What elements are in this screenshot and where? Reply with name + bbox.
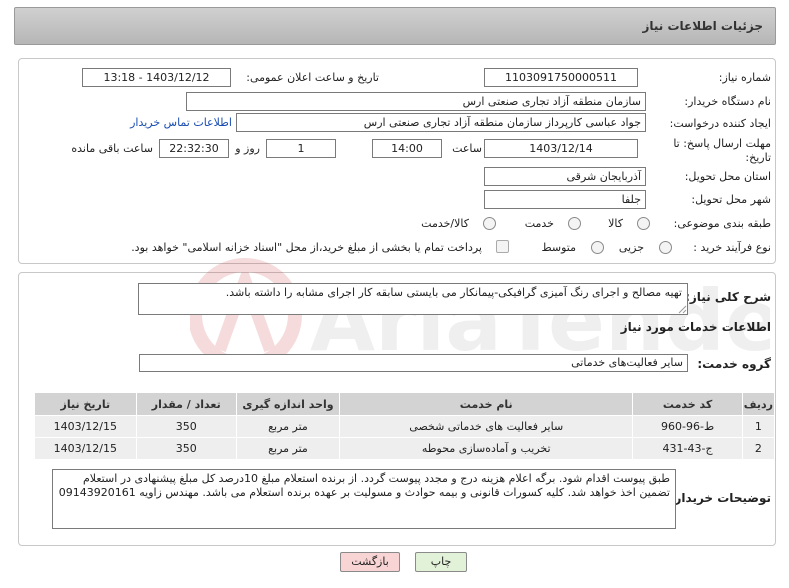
treasury-payment-note: پرداخت تمام یا بخشی از مبلغ خرید،از محل … xyxy=(131,241,482,254)
process-radio-medium[interactable] xyxy=(591,241,604,254)
category-option-goods-service: کالا/خدمت xyxy=(421,217,469,230)
print-button[interactable]: چاپ xyxy=(415,552,467,572)
col-code-header: کد خدمت xyxy=(632,392,743,416)
page-title: جزئیات اطلاعات نیاز xyxy=(642,19,763,33)
service-group-label: گروه خدمت: xyxy=(697,357,771,371)
need-date-cell: 1403/12/15 xyxy=(34,415,137,438)
col-date-header: تاریخ نیاز xyxy=(34,392,137,416)
deadline-date-field: 1403/12/14 xyxy=(484,139,638,158)
deadline-time-label: ساعت xyxy=(452,142,482,155)
col-row-header: ردیف xyxy=(741,392,776,416)
need-date-cell: 1403/12/15 xyxy=(34,437,137,460)
category-option-service: خدمت xyxy=(524,217,554,230)
buyer-contact-link[interactable]: اطلاعات تماس خریدار xyxy=(130,116,232,129)
back-button[interactable]: بازگشت xyxy=(340,552,400,572)
unit-cell: متر مربع xyxy=(235,437,341,460)
buyer-org-label: نام دستگاه خریدار: xyxy=(684,95,771,108)
table-row: 2 ج-43-431 تخریب و آماده‌سازی محوطه متر … xyxy=(34,437,776,460)
buyer-notes-label: توضیحات خریدار: xyxy=(669,491,771,505)
remaining-time-label: ساعت باقی مانده xyxy=(71,142,153,155)
need-number-field: 1103091750000511 xyxy=(484,68,638,87)
city-label: شهر محل تحویل: xyxy=(691,193,771,206)
announce-datetime-label: تاریخ و ساعت اعلان عمومی: xyxy=(246,71,379,84)
need-summary-text: تهیه مصالح و اجرای رنگ آمیزی گرافیکی-پیم… xyxy=(225,286,682,299)
need-info-panel xyxy=(18,58,776,264)
table-header-row: ردیف کد خدمت نام خدمت واحد اندازه گیری ت… xyxy=(34,392,776,416)
col-name-header: نام خدمت xyxy=(339,392,634,416)
col-unit-header: واحد اندازه گیری xyxy=(235,392,341,416)
creator-label: ایجاد کننده درخواست: xyxy=(669,117,771,130)
category-radio-goods-service[interactable] xyxy=(483,217,496,230)
remaining-days-label: روز و xyxy=(235,142,260,155)
process-radio-minor[interactable] xyxy=(659,241,672,254)
service-group-field: سایر فعالیت‌های خدماتی xyxy=(139,354,688,372)
city-field: جلفا xyxy=(484,190,646,209)
category-label: طبقه بندی موضوعی: xyxy=(673,217,771,230)
process-option-medium: متوسط xyxy=(541,241,576,254)
process-option-minor: جزیی xyxy=(618,241,644,254)
service-code-cell: ج-43-431 xyxy=(632,437,743,460)
category-radio-goods[interactable] xyxy=(637,217,650,230)
services-table: ردیف کد خدمت نام خدمت واحد اندازه گیری ت… xyxy=(34,392,776,460)
creator-field: جواد عباسی کارپرداز سازمان منطقه آزاد تج… xyxy=(236,113,646,132)
province-field: آذربایجان شرقی xyxy=(484,167,646,186)
services-section-title: اطلاعات خدمات مورد نیاز xyxy=(620,320,771,334)
remaining-days-field: 1 xyxy=(266,139,336,158)
row-number-cell: 2 xyxy=(741,437,776,460)
buyer-notes-text: طبق پیوست اقدام شود. برگه اعلام هزینه در… xyxy=(58,472,670,499)
category-radio-service[interactable] xyxy=(568,217,581,230)
process-type-label: نوع فرآیند خرید : xyxy=(693,241,771,254)
need-summary-label: شرح کلی نیاز: xyxy=(685,290,771,304)
category-option-goods: کالا xyxy=(608,217,623,230)
quantity-cell: 350 xyxy=(135,415,237,438)
deadline-time-field: 14:00 xyxy=(372,139,442,158)
buyer-org-field: سازمان منطقه آزاد تجاری صنعتی ارس xyxy=(186,92,646,111)
table-row: 1 ط-96-960 سایر فعالیت های خدماتی شخصی م… xyxy=(34,415,776,438)
service-name-cell: تخریب و آماده‌سازی محوطه xyxy=(339,437,634,460)
page-header: جزئیات اطلاعات نیاز xyxy=(14,7,776,45)
need-summary-field: تهیه مصالح و اجرای رنگ آمیزی گرافیکی-پیم… xyxy=(138,283,688,315)
quantity-cell: 350 xyxy=(135,437,237,460)
province-label: استان محل تحویل: xyxy=(684,170,771,183)
col-qty-header: تعداد / مقدار xyxy=(135,392,237,416)
announce-datetime-field: 1403/12/12 - 13:18 xyxy=(82,68,231,87)
row-number-cell: 1 xyxy=(741,415,776,438)
service-code-cell: ط-96-960 xyxy=(632,415,743,438)
unit-cell: متر مربع xyxy=(235,415,341,438)
resize-grip-icon[interactable] xyxy=(677,304,687,314)
remaining-time-field: 22:32:30 xyxy=(159,139,229,158)
treasury-payment-checkbox[interactable] xyxy=(496,240,509,253)
deadline-label: مهلت ارسال پاسخ: تا تاریخ: xyxy=(673,137,771,164)
service-name-cell: سایر فعالیت های خدماتی شخصی xyxy=(339,415,634,438)
buyer-notes-field: طبق پیوست اقدام شود. برگه اعلام هزینه در… xyxy=(52,469,676,529)
need-number-label: شماره نیاز: xyxy=(718,71,771,84)
